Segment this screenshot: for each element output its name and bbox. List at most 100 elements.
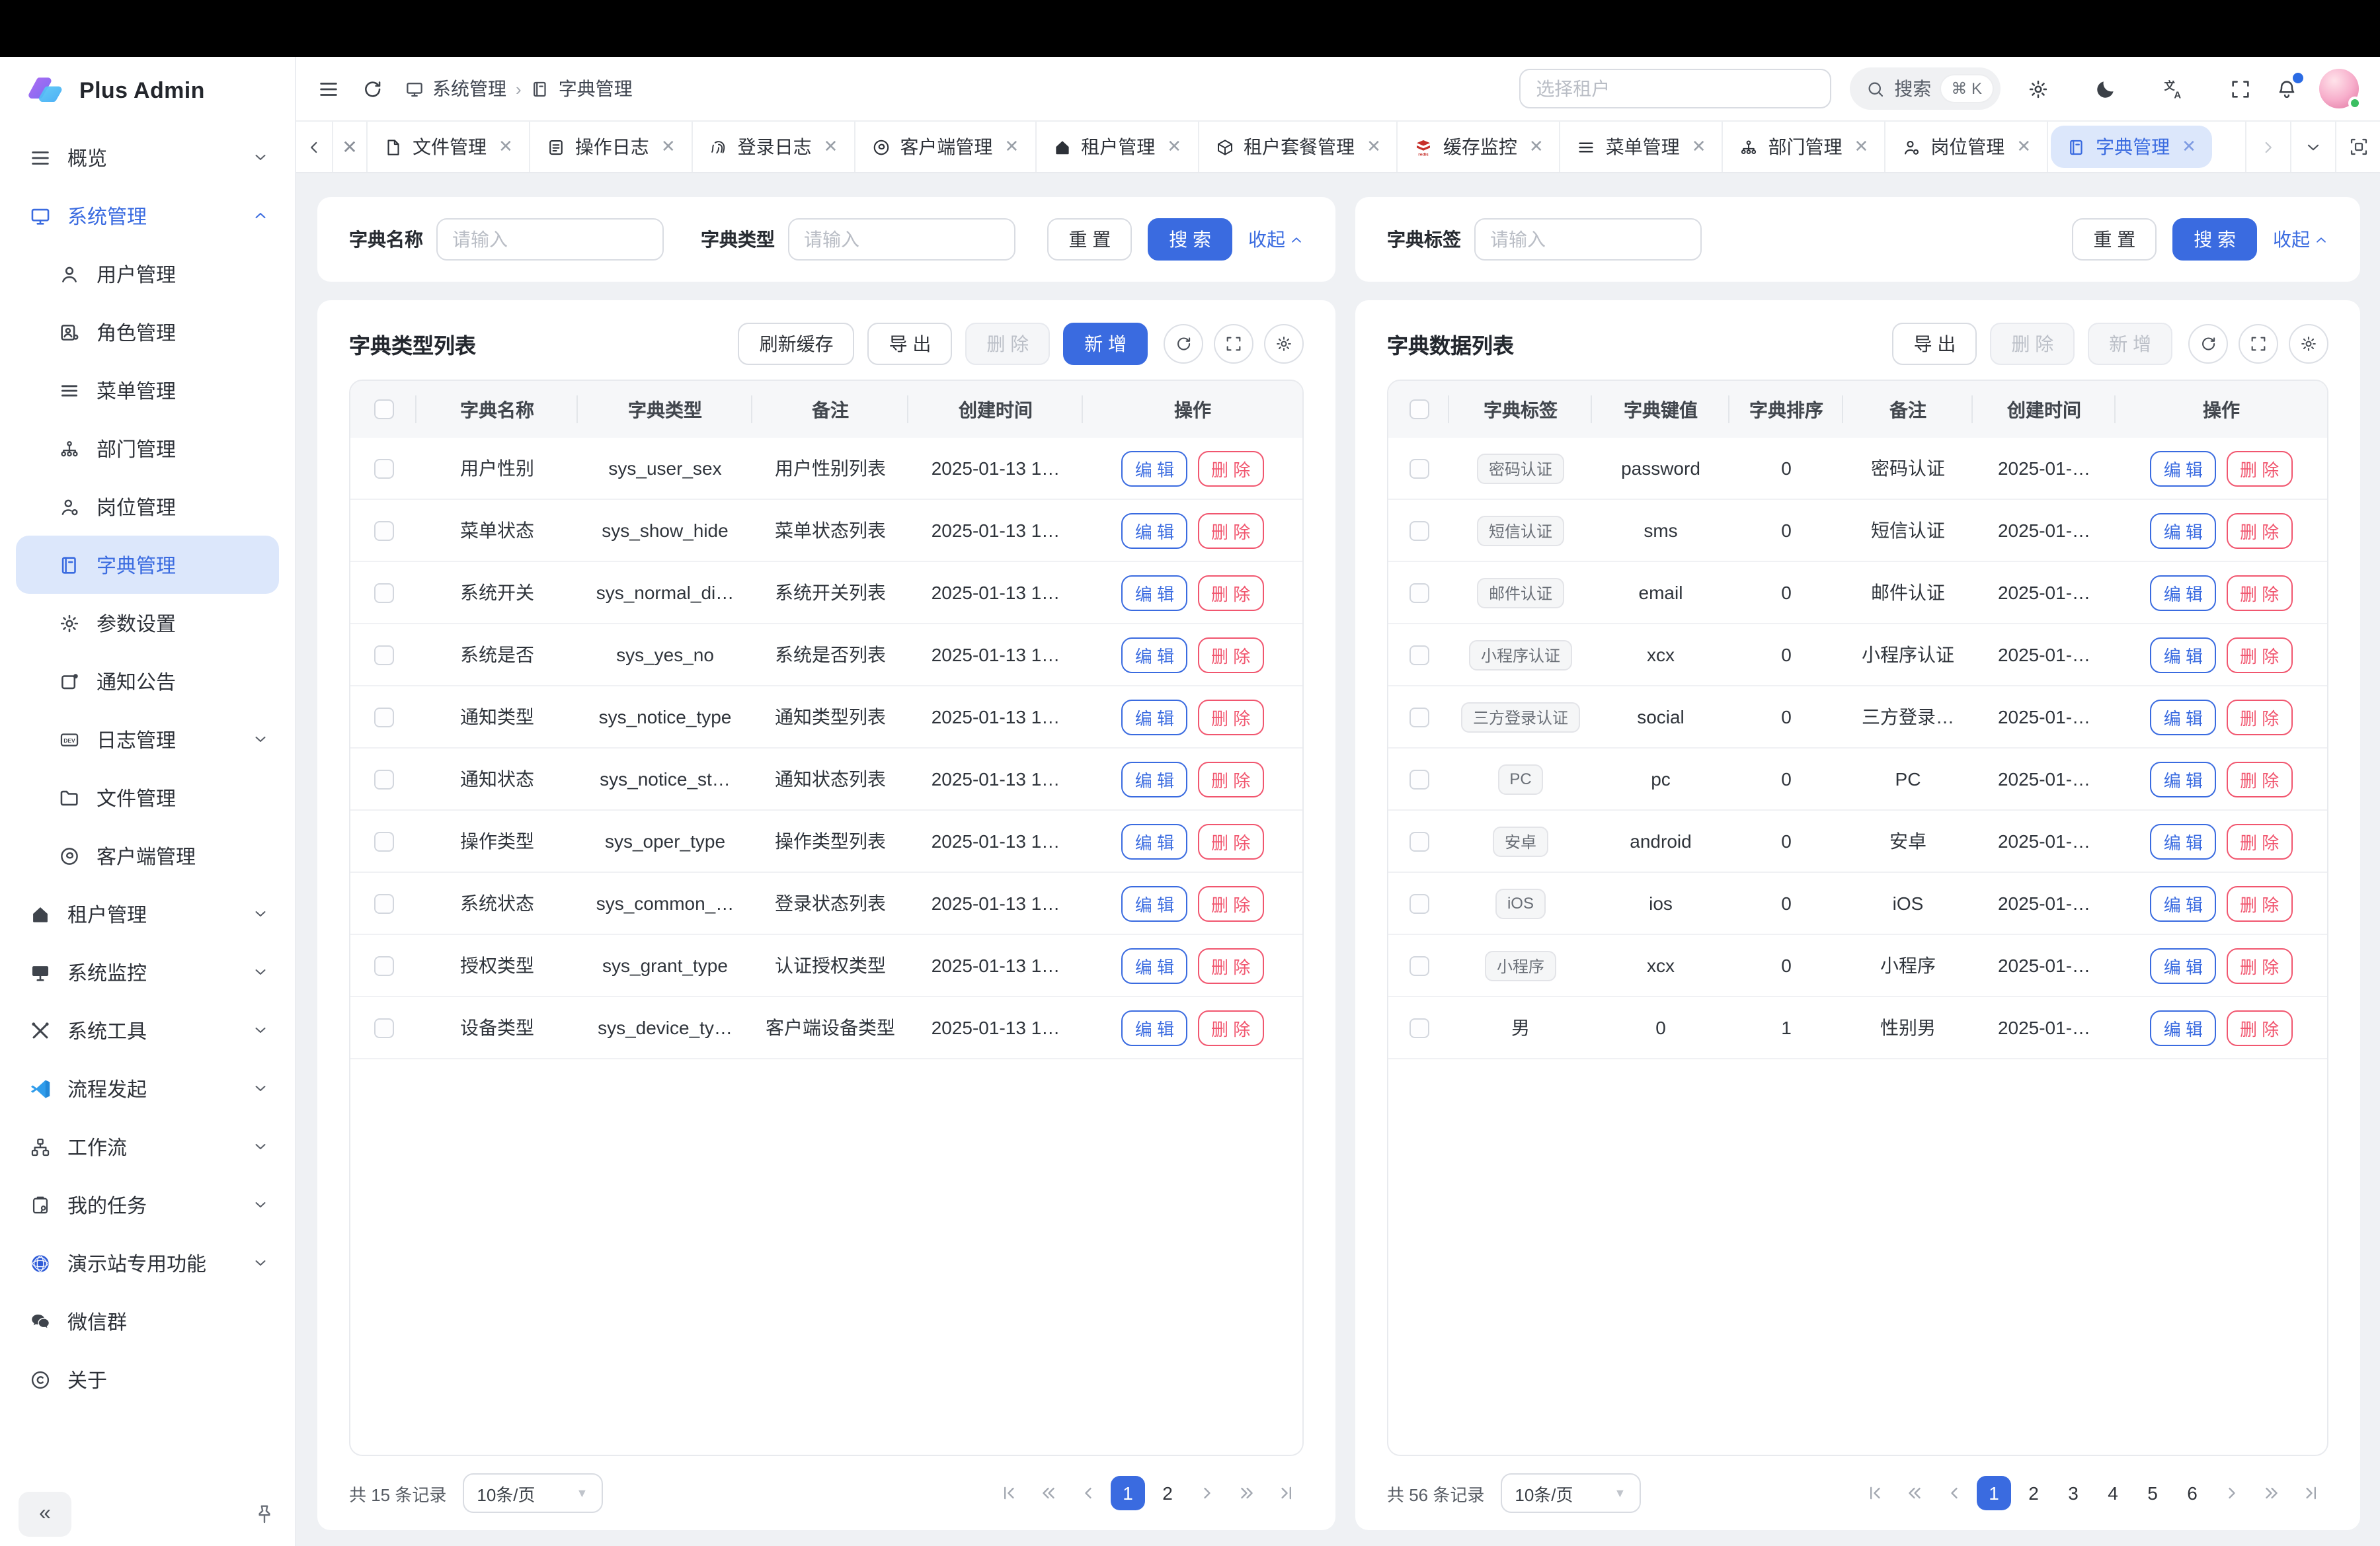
sidebar-item-0[interactable]: 概览 xyxy=(16,128,279,186)
row-checkbox[interactable] xyxy=(1388,624,1449,685)
hamburger-icon[interactable] xyxy=(317,77,340,100)
tab-close-icon[interactable]: ✕ xyxy=(2016,136,2031,157)
tab-close-icon[interactable]: ✕ xyxy=(1854,136,1869,157)
tenant-select[interactable]: 选择租户 xyxy=(1519,69,1831,108)
sidebar-item-7[interactable]: 字典管理 xyxy=(16,536,279,594)
page-prev-button[interactable] xyxy=(1071,1476,1105,1510)
tab-7[interactable]: 菜单管理 ✕ xyxy=(1561,122,1724,172)
reset-button[interactable]: 重 置 xyxy=(1047,218,1132,261)
left-toolbar-button-3[interactable]: 新 增 xyxy=(1063,323,1148,365)
dark-mode-moon-icon[interactable] xyxy=(2094,77,2117,100)
page-number-2[interactable]: 2 xyxy=(2016,1476,2051,1510)
delete-button[interactable]: 删 除 xyxy=(1198,637,1263,672)
tab-close-icon[interactable]: ✕ xyxy=(661,136,676,157)
tab-4[interactable]: 租户管理 ✕ xyxy=(1036,122,1199,172)
sidebar-item-3[interactable]: 角色管理 xyxy=(16,303,279,361)
table-settings-button[interactable] xyxy=(2289,324,2328,364)
collapse-filters-link[interactable]: 收起 xyxy=(1248,226,1304,253)
edit-button[interactable]: 编 辑 xyxy=(2151,885,2216,921)
page-prev-button[interactable] xyxy=(1937,1476,1971,1510)
page-number-2[interactable]: 2 xyxy=(1150,1476,1185,1510)
delete-button[interactable]: 删 除 xyxy=(2227,699,2292,735)
edit-button[interactable]: 编 辑 xyxy=(2151,637,2216,672)
sidebar-item-4[interactable]: 菜单管理 xyxy=(16,361,279,419)
delete-button[interactable]: 删 除 xyxy=(1198,699,1263,735)
filter-input[interactable]: 请输入 xyxy=(788,218,1015,261)
tabs-scroll-right[interactable] xyxy=(2245,122,2290,172)
tab-10[interactable]: 字典管理 ✕ xyxy=(2051,126,2212,168)
sidebar-item-13[interactable]: 租户管理 xyxy=(16,885,279,943)
sidebar-item-1[interactable]: 系统管理 xyxy=(16,186,279,245)
sidebar-item-17[interactable]: 工作流 xyxy=(16,1118,279,1176)
avatar[interactable] xyxy=(2319,69,2359,108)
tabs-menu-dropdown[interactable] xyxy=(2290,122,2335,172)
sidebar-item-19[interactable]: 演示站专用功能 xyxy=(16,1234,279,1292)
delete-button[interactable]: 删 除 xyxy=(1198,512,1263,548)
left-toolbar-button-1[interactable]: 导 出 xyxy=(868,323,953,365)
left-toolbar-button-0[interactable]: 刷新缓存 xyxy=(738,323,855,365)
gear-icon[interactable] xyxy=(2027,77,2049,100)
edit-button[interactable]: 编 辑 xyxy=(2151,699,2216,735)
delete-button[interactable]: 删 除 xyxy=(1198,948,1263,983)
refresh-icon[interactable] xyxy=(361,77,383,100)
sidebar-item-11[interactable]: 文件管理 xyxy=(16,768,279,827)
page-size-select[interactable]: 10条/页▼ xyxy=(462,1473,602,1513)
edit-button[interactable]: 编 辑 xyxy=(1122,823,1187,859)
table-fullscreen-button[interactable] xyxy=(1214,324,1253,364)
left-toolbar-button-2[interactable]: 删 除 xyxy=(965,323,1050,365)
page-fast-prev-button[interactable] xyxy=(1031,1476,1066,1510)
row-checkbox[interactable] xyxy=(1388,935,1449,996)
sidebar-item-15[interactable]: 系统工具 xyxy=(16,1001,279,1059)
row-checkbox[interactable] xyxy=(1388,686,1449,747)
row-checkbox[interactable] xyxy=(350,935,416,996)
page-number-5[interactable]: 5 xyxy=(2135,1476,2170,1510)
fullscreen-icon[interactable] xyxy=(2229,77,2252,100)
delete-button[interactable]: 删 除 xyxy=(1198,450,1263,486)
table-fullscreen-button[interactable] xyxy=(2239,324,2278,364)
table-refresh-button[interactable] xyxy=(2188,324,2228,364)
sidebar-collapse-button[interactable]: « xyxy=(19,1492,71,1537)
delete-button[interactable]: 删 除 xyxy=(2227,948,2292,983)
tab-9[interactable]: 岗位管理 ✕ xyxy=(1885,122,2048,172)
tab-close-icon[interactable]: ✕ xyxy=(1529,136,1544,157)
tab-close-icon[interactable]: ✕ xyxy=(1367,136,1381,157)
tabs-scroll-left[interactable] xyxy=(296,122,333,172)
edit-button[interactable]: 编 辑 xyxy=(1122,512,1187,548)
edit-button[interactable]: 编 辑 xyxy=(2151,512,2216,548)
row-checkbox[interactable] xyxy=(350,500,416,561)
tab-close-icon[interactable]: ✕ xyxy=(824,136,838,157)
right-toolbar-button-1[interactable]: 删 除 xyxy=(1990,323,2075,365)
logo-row[interactable]: Plus Admin xyxy=(0,57,295,126)
edit-button[interactable]: 编 辑 xyxy=(2151,1010,2216,1045)
delete-button[interactable]: 删 除 xyxy=(1198,575,1263,610)
row-checkbox[interactable] xyxy=(350,873,416,934)
collapse-filters-link[interactable]: 收起 xyxy=(2273,226,2328,253)
row-checkbox[interactable] xyxy=(1388,438,1449,499)
delete-button[interactable]: 删 除 xyxy=(2227,761,2292,797)
row-checkbox[interactable] xyxy=(350,686,416,747)
page-last-button[interactable] xyxy=(2294,1476,2328,1510)
delete-button[interactable]: 删 除 xyxy=(2227,885,2292,921)
row-checkbox[interactable] xyxy=(350,438,416,499)
page-number-1[interactable]: 1 xyxy=(1111,1476,1145,1510)
notifications[interactable] xyxy=(2276,77,2298,100)
edit-button[interactable]: 编 辑 xyxy=(2151,948,2216,983)
delete-button[interactable]: 删 除 xyxy=(1198,761,1263,797)
delete-button[interactable]: 删 除 xyxy=(2227,823,2292,859)
page-first-button[interactable] xyxy=(1858,1476,1892,1510)
breadcrumb-item-system[interactable]: 系统管理 xyxy=(405,75,506,102)
sidebar-item-12[interactable]: 客户端管理 xyxy=(16,827,279,885)
delete-button[interactable]: 删 除 xyxy=(2227,637,2292,672)
breadcrumb-item-dict[interactable]: 字典管理 xyxy=(531,75,633,102)
tab-0[interactable]: 文件管理 ✕ xyxy=(368,122,530,172)
pin-icon[interactable] xyxy=(253,1502,276,1526)
edit-button[interactable]: 编 辑 xyxy=(2151,450,2216,486)
row-checkbox[interactable] xyxy=(350,562,416,623)
edit-button[interactable]: 编 辑 xyxy=(2151,823,2216,859)
edit-button[interactable]: 编 辑 xyxy=(2151,761,2216,797)
page-last-button[interactable] xyxy=(1269,1476,1304,1510)
sidebar-item-6[interactable]: 岗位管理 xyxy=(16,477,279,536)
row-checkbox[interactable] xyxy=(1388,873,1449,934)
row-checkbox[interactable] xyxy=(350,624,416,685)
row-checkbox[interactable] xyxy=(350,997,416,1058)
